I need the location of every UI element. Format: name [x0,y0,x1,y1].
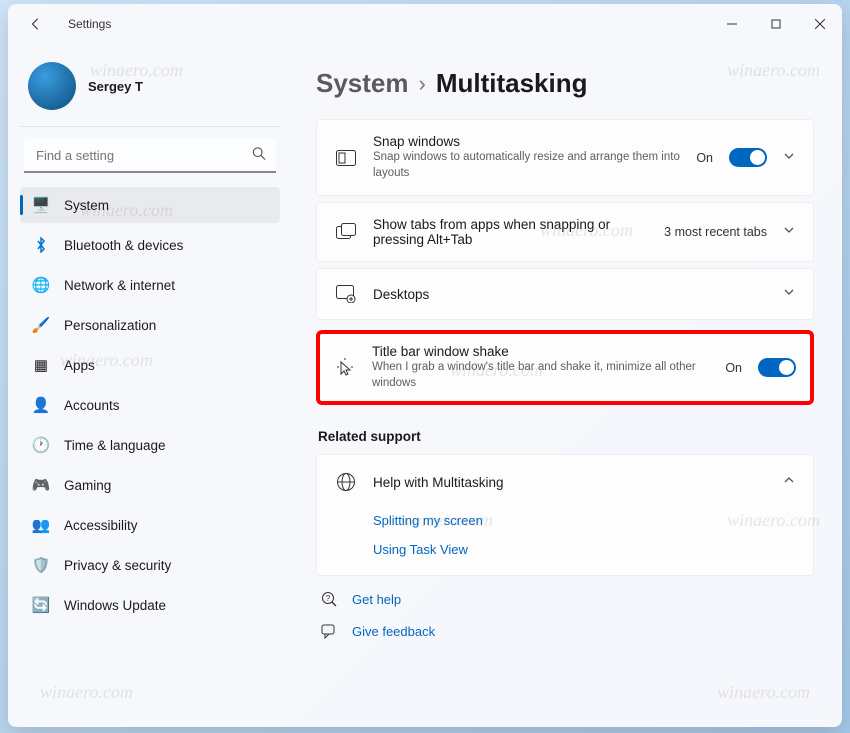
nav-label: Privacy & security [64,558,171,573]
nav-label: Accounts [64,398,120,413]
chevron-down-icon[interactable] [783,223,795,241]
card-title: Title bar window shake [372,344,709,359]
nav-time-language[interactable]: 🕐 Time & language [20,427,280,463]
globe-help-icon [335,471,357,493]
search-box[interactable] [24,139,276,173]
chevron-down-icon[interactable] [783,149,795,167]
privacy-icon: 🛡️ [32,556,50,574]
app-title: Settings [68,17,111,31]
nav-label: Bluetooth & devices [64,238,183,253]
help-expander[interactable]: Help with Multitasking [317,455,813,509]
user-name: Sergey T [88,79,143,94]
nav-label: System [64,198,109,213]
card-description: Snap windows to automatically resize and… [373,150,680,181]
apps-icon: ▦ [32,356,50,374]
title-bar: Settings [8,4,842,44]
card-title: Show tabs from apps when snapping or pre… [373,217,648,247]
card-description: When I grab a window's title bar and sha… [372,360,709,391]
nav-label: Personalization [64,318,156,333]
bluetooth-icon [32,236,50,254]
profile-block[interactable]: Sergey T [20,52,280,127]
nav-gaming[interactable]: 🎮 Gaming [20,467,280,503]
nav-label: Network & internet [64,278,175,293]
card-snap-windows[interactable]: Snap windows Snap windows to automatical… [316,119,814,196]
update-icon: 🔄 [32,596,50,614]
avatar [28,62,76,110]
nav-apps[interactable]: ▦ Apps [20,347,280,383]
chevron-up-icon[interactable] [783,473,795,491]
help-card: Help with Multitasking Splitting my scre… [316,454,814,576]
toggle-state: On [725,361,742,375]
accounts-icon: 👤 [32,396,50,414]
nav-personalization[interactable]: 🖌️ Personalization [20,307,280,343]
search-input[interactable] [24,139,276,173]
cursor-shake-icon [334,357,356,379]
snap-toggle[interactable] [729,148,767,167]
card-alt-tab[interactable]: Show tabs from apps when snapping or pre… [316,202,814,262]
nav-label: Apps [64,358,95,373]
help-link-splitting[interactable]: Splitting my screen [373,513,795,528]
card-title-bar-shake[interactable]: Title bar window shake When I grab a win… [316,330,814,405]
nav-label: Time & language [64,438,166,453]
tabs-icon [335,221,357,243]
svg-text:?: ? [326,594,331,603]
settings-window: Settings Sergey T 🖥️ System [8,4,842,727]
close-button[interactable] [798,8,842,40]
nav-bluetooth[interactable]: Bluetooth & devices [20,227,280,263]
maximize-button[interactable] [754,8,798,40]
card-desktops[interactable]: Desktops [316,268,814,320]
chevron-right-icon: › [419,71,426,97]
accessibility-icon: 👥 [32,516,50,534]
nav-label: Windows Update [64,598,166,613]
give-feedback-link[interactable]: Give feedback [320,622,814,640]
time-icon: 🕐 [32,436,50,454]
get-help-link[interactable]: ? Get help [320,590,814,608]
personalization-icon: 🖌️ [32,316,50,334]
nav-label: Gaming [64,478,111,493]
nav-network[interactable]: 🌐 Network & internet [20,267,280,303]
minimize-button[interactable] [710,8,754,40]
back-button[interactable] [24,12,48,36]
search-icon [252,147,266,166]
nav-accessibility[interactable]: 👥 Accessibility [20,507,280,543]
sidebar: Sergey T 🖥️ System Bluetooth & devices 🌐 [8,44,288,727]
chevron-down-icon[interactable] [783,285,795,303]
network-icon: 🌐 [32,276,50,294]
give-feedback-label: Give feedback [352,624,435,639]
help-icon: ? [320,590,338,608]
dropdown-value[interactable]: 3 most recent tabs [664,225,767,239]
card-title: Snap windows [373,134,680,149]
main-content: System › Multitasking Snap windows Snap … [288,44,842,727]
help-title: Help with Multitasking [373,475,767,490]
related-support-heading: Related support [318,429,814,444]
desktops-icon [335,283,357,305]
breadcrumb: System › Multitasking [316,68,814,99]
feedback-icon [320,622,338,640]
toggle-state: On [696,151,713,165]
snap-icon [335,147,357,169]
nav-update[interactable]: 🔄 Windows Update [20,587,280,623]
breadcrumb-parent[interactable]: System [316,68,409,99]
nav-system[interactable]: 🖥️ System [20,187,280,223]
nav-accounts[interactable]: 👤 Accounts [20,387,280,423]
help-link-taskview[interactable]: Using Task View [373,542,795,557]
page-title: Multitasking [436,68,588,99]
card-title: Desktops [373,287,767,302]
get-help-label: Get help [352,592,401,607]
nav-privacy[interactable]: 🛡️ Privacy & security [20,547,280,583]
shake-toggle[interactable] [758,358,796,377]
nav-label: Accessibility [64,518,138,533]
system-icon: 🖥️ [32,196,50,214]
gaming-icon: 🎮 [32,476,50,494]
